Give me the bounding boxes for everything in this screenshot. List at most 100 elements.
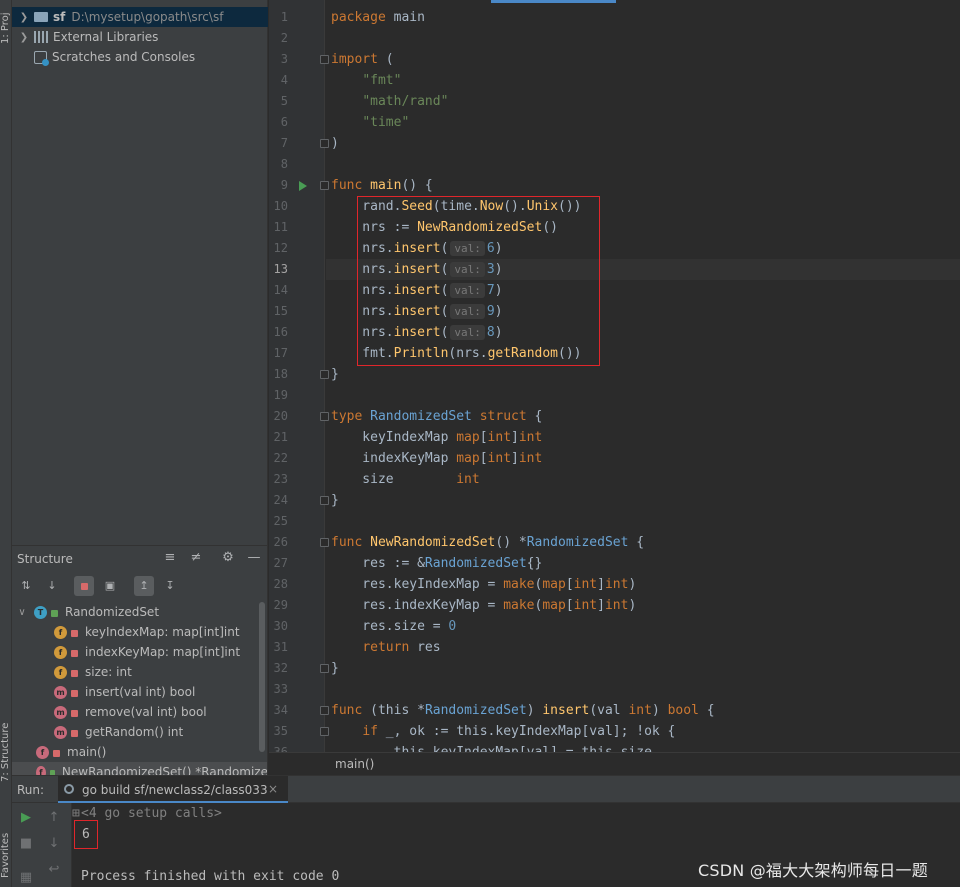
line-number[interactable]: 23 [269, 472, 288, 486]
structure-item-type[interactable]: ∨ T RandomizedSet [12, 602, 267, 622]
line-number[interactable]: 9 [269, 178, 288, 192]
structure-item-field[interactable]: f size: int [12, 662, 267, 682]
line-number[interactable]: 21 [269, 430, 288, 444]
line-number[interactable]: 8 [269, 157, 288, 171]
line-number[interactable]: 11 [269, 220, 288, 234]
tree-item-sf[interactable]: ❯ sf D:\mysetup\gopath\src\sf [12, 7, 268, 27]
fold-marker-icon[interactable] [320, 664, 329, 673]
expand-setup-icon[interactable]: ⊞ [72, 806, 80, 821]
line-number[interactable]: 3 [269, 52, 288, 66]
line-number[interactable]: 22 [269, 451, 288, 465]
structure-item-field[interactable]: f indexKeyMap: map[int]int [12, 642, 267, 662]
hide-panel-icon[interactable]: — [246, 550, 262, 566]
fold-marker-icon[interactable] [320, 496, 329, 505]
structure-item-method[interactable]: m insert(val int) bool [12, 682, 267, 702]
structure-item-method[interactable]: m getRandom() int [12, 722, 267, 742]
code-editor[interactable]: 1 2 3 4 5 6 7 8 9 10 11 12 13 14 15 16 17 18 19 20 21 22 23 24 2… [269, 0, 960, 775]
line-number[interactable]: 28 [269, 577, 288, 591]
structure-item-function[interactable]: f NewRandomizedSet() *Randomize [12, 762, 267, 775]
run-gutter-icon[interactable] [299, 181, 307, 191]
line-number[interactable]: 34 [269, 703, 288, 717]
line-number[interactable]: 33 [269, 682, 288, 696]
line-number[interactable]: 6 [269, 115, 288, 129]
code-line[interactable]: res.size = 0 [331, 616, 951, 637]
tree-item-external-libraries[interactable]: ❯ External Libraries [12, 27, 268, 47]
line-number[interactable]: 4 [269, 73, 288, 87]
close-icon[interactable]: × [268, 782, 278, 796]
code-line[interactable]: } [331, 490, 951, 511]
code-line[interactable]: ) [331, 133, 951, 154]
code-line[interactable]: package main [331, 7, 951, 28]
setup-calls-folded[interactable]: <4 go setup calls> [81, 806, 222, 821]
line-number[interactable]: 32 [269, 661, 288, 675]
line-number-gutter[interactable]: 1 2 3 4 5 6 7 8 9 10 11 12 13 14 15 16 17 18 19 20 21 22 23 24 2… [269, 0, 329, 775]
sort-by-visibility-icon[interactable]: ⇅ [16, 576, 36, 596]
collapse-all-icon[interactable]: ≠ [188, 550, 204, 566]
line-number[interactable]: 24 [269, 493, 288, 507]
code-line[interactable] [331, 385, 951, 406]
autoscroll-to-source-icon[interactable]: ↥ [134, 576, 154, 596]
structure-item-method[interactable]: m remove(val int) bool [12, 702, 267, 722]
code-line[interactable] [331, 511, 951, 532]
line-number[interactable]: 26 [269, 535, 288, 549]
code-line[interactable]: keyIndexMap map[int]int [331, 427, 951, 448]
line-number[interactable]: 30 [269, 619, 288, 633]
fold-marker-icon[interactable] [320, 727, 329, 736]
breadcrumb-item[interactable]: main() [335, 757, 374, 771]
soft-wrap-icon[interactable]: ↩ [45, 861, 63, 879]
sort-alphabetically-icon[interactable]: ↓ [42, 576, 62, 596]
code-line[interactable] [331, 679, 951, 700]
line-number[interactable]: 17 [269, 346, 288, 360]
line-number[interactable]: 25 [269, 514, 288, 528]
code-line[interactable]: type RandomizedSet struct { [331, 406, 951, 427]
code-line[interactable]: nrs.insert(val: 7) [331, 280, 951, 301]
structure-item-function[interactable]: f main() [12, 742, 267, 762]
code-line[interactable]: "math/rand" [331, 91, 951, 112]
autoscroll-from-source-icon[interactable]: ↧ [160, 576, 180, 596]
code-line[interactable]: rand.Seed(time.Now().Unix()) [331, 196, 951, 217]
fold-marker-icon[interactable] [320, 412, 329, 421]
line-number[interactable]: 35 [269, 724, 288, 738]
up-arrow-icon[interactable]: ↑ [45, 809, 63, 827]
expand-all-icon[interactable]: ≡ [162, 550, 178, 566]
code-line[interactable]: } [331, 364, 951, 385]
fold-marker-icon[interactable] [320, 538, 329, 547]
line-number[interactable]: 18 [269, 367, 288, 381]
tree-item-scratches[interactable]: Scratches and Consoles [12, 47, 268, 67]
code-line[interactable]: nrs.insert(val: 6) [331, 238, 951, 259]
chevron-down-icon[interactable]: ∨ [16, 607, 28, 618]
code-line[interactable]: res.keyIndexMap = make(map[int]int) [331, 574, 951, 595]
fold-marker-icon[interactable] [320, 139, 329, 148]
line-number[interactable]: 2 [269, 31, 288, 45]
run-config-tab[interactable]: go build sf/newclass2/class033 × [58, 776, 288, 803]
chevron-right-icon[interactable]: ❯ [18, 32, 30, 43]
code-line[interactable]: nrs.insert(val: 9) [331, 301, 951, 322]
show-fields-icon[interactable]: ▣ [100, 576, 120, 596]
fold-marker-icon[interactable] [320, 55, 329, 64]
code-line[interactable] [331, 28, 951, 49]
rerun-icon[interactable]: ▶ [17, 809, 35, 827]
stop-icon[interactable]: ■ [17, 835, 35, 853]
line-number[interactable]: 31 [269, 640, 288, 654]
code-line[interactable]: "time" [331, 112, 951, 133]
code-line[interactable]: func NewRandomizedSet() *RandomizedSet { [331, 532, 951, 553]
line-number[interactable]: 15 [269, 304, 288, 318]
line-number[interactable]: 12 [269, 241, 288, 255]
code-line[interactable]: if _, ok := this.keyIndexMap[val]; !ok { [331, 721, 951, 742]
breadcrumb[interactable]: main() [269, 752, 960, 775]
show-non-public-icon[interactable] [74, 576, 94, 596]
code-line[interactable]: func main() { [331, 175, 951, 196]
favorites-tool-tab[interactable]: Favorites [0, 825, 12, 885]
project-tool-tab[interactable]: 1: Proj [0, 0, 12, 56]
code-line[interactable]: import ( [331, 49, 951, 70]
fold-marker-icon[interactable] [320, 706, 329, 715]
line-number[interactable]: 27 [269, 556, 288, 570]
fold-marker-icon[interactable] [320, 370, 329, 379]
layout-icon[interactable]: ▦ [17, 869, 35, 887]
code-line[interactable]: size int [331, 469, 951, 490]
line-number[interactable]: 13 [269, 262, 288, 276]
code-line[interactable]: "fmt" [331, 70, 951, 91]
gear-icon[interactable]: ⚙ [220, 550, 236, 566]
code-line[interactable]: nrs.insert(val: 8) [331, 322, 951, 343]
line-number[interactable]: 1 [269, 10, 288, 24]
